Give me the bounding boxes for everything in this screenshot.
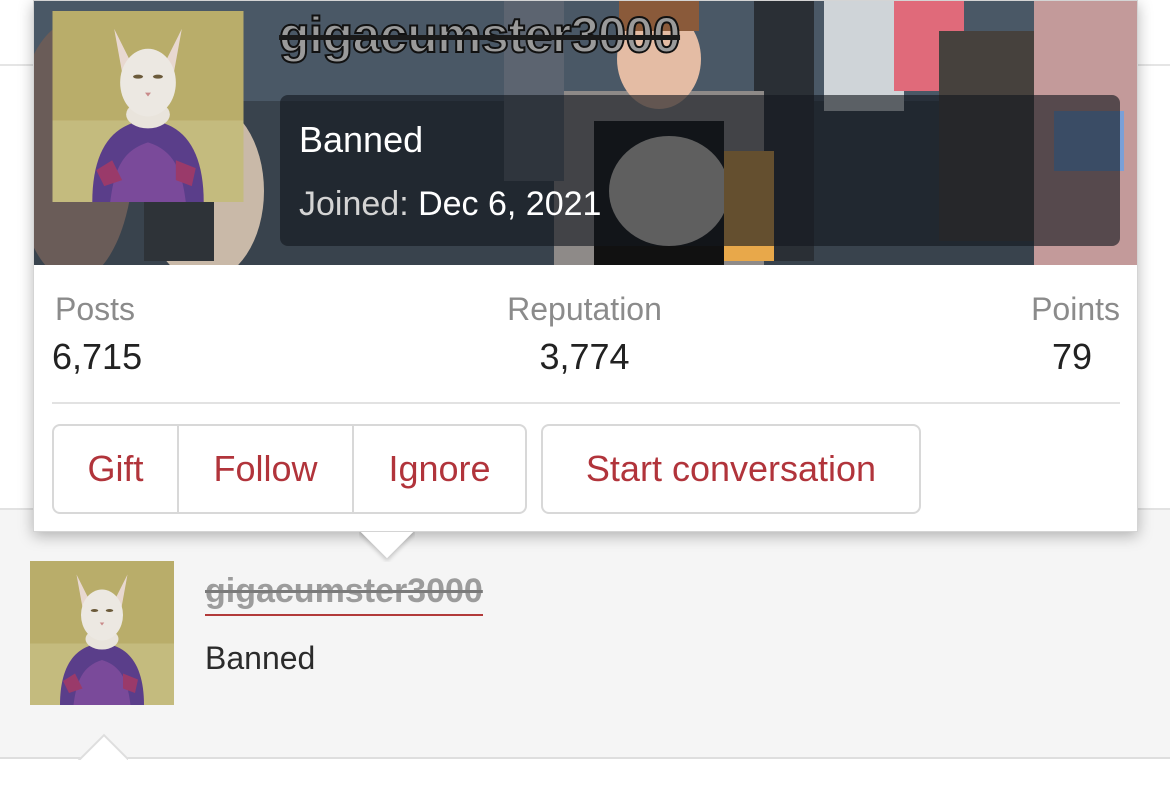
post-user-area — [0, 508, 1170, 759]
joined-date: Dec 6, 2021 — [418, 185, 602, 223]
stat-label: Posts — [55, 291, 136, 327]
stat-value: 79 — [1051, 336, 1092, 377]
joined-line: Joined: Dec 6, 2021 — [299, 185, 601, 224]
cat-avatar-icon — [52, 11, 244, 202]
start-conversation-button[interactable]: Start conversation — [541, 424, 921, 514]
stat-label: Points — [1031, 291, 1120, 327]
user-info-box: Banned Joined: Dec 6, 2021 — [280, 95, 1120, 246]
post-username-link[interactable]: gigacumster3000 — [205, 572, 483, 616]
cat-avatar-icon — [30, 561, 174, 705]
stat-points[interactable]: Points 79 — [1031, 289, 1120, 381]
member-tooltip: gigacumster3000 Banned Joined: Dec 6, 20… — [33, 0, 1138, 532]
stat-value: 6,715 — [52, 336, 143, 377]
stat-reputation: Reputation 3,774 — [497, 289, 672, 381]
stat-value: 3,774 — [539, 336, 630, 377]
joined-label: Joined: — [299, 185, 409, 223]
stat-label: Reputation — [507, 291, 662, 327]
post-user-title: Banned — [205, 640, 316, 676]
post-arrow — [76, 732, 128, 760]
member-stats: Posts 6,715 Reputation 3,774 Points 79 — [52, 289, 1120, 404]
tooltip-arrow — [359, 532, 415, 562]
post-avatar[interactable] — [30, 561, 174, 705]
follow-button[interactable]: Follow — [177, 426, 352, 512]
member-action-group: Gift Follow Ignore — [52, 424, 527, 514]
ignore-button[interactable]: Ignore — [352, 426, 525, 512]
user-status: Banned — [299, 119, 424, 160]
stat-posts[interactable]: Posts 6,715 — [52, 289, 142, 381]
tooltip-avatar[interactable] — [52, 11, 244, 202]
tooltip-username-link[interactable]: gigacumster3000 — [278, 6, 682, 64]
gift-button[interactable]: Gift — [54, 426, 177, 512]
